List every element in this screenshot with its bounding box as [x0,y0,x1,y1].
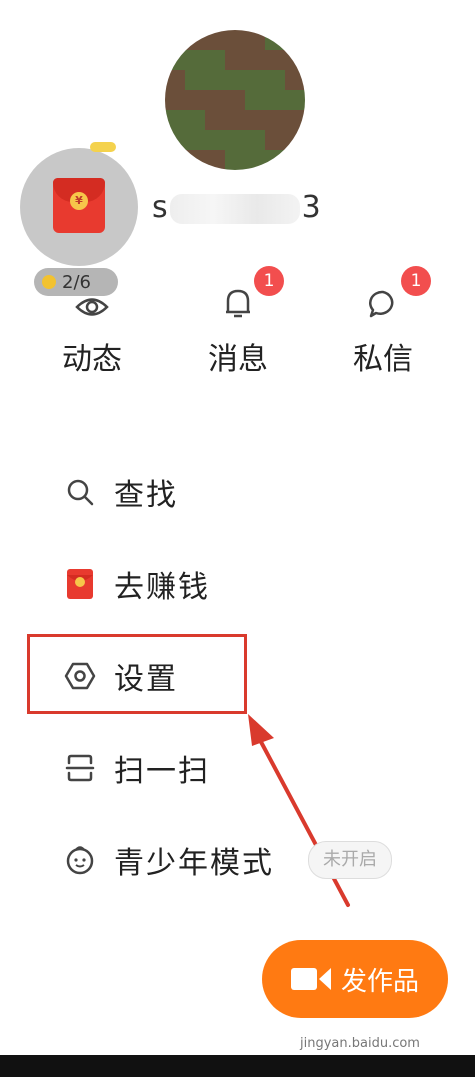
red-packet-widget[interactable]: ¥ [20,142,138,266]
watermark: jingyan.baidu.com [300,1036,420,1051]
avatar-pixel [245,110,265,130]
red-envelope-icon [60,564,100,604]
avatar-pixel [205,110,225,130]
avatar-pixel [245,30,265,50]
avatar-pixel [265,70,285,90]
menu-earn-money[interactable]: 去赚钱 [60,554,210,614]
settings-highlight-box [27,634,247,714]
avatar-pixel [205,90,225,110]
avatar-pixel [245,130,265,150]
avatar-pixel [165,30,185,50]
avatar-pixel [185,110,205,130]
avatar-pixel [225,70,245,90]
menu-search-label: 查找 [114,478,178,513]
publish-button[interactable]: 发作品 [262,940,448,1018]
nav-dynamics[interactable]: 动态 [42,280,142,378]
avatar-pixel [265,90,285,110]
nav-messages[interactable]: 1 消息 [188,266,288,378]
username-prefix: s [152,190,168,225]
scan-icon [60,748,100,788]
avatar-pixel [285,90,305,110]
avatar-pixel [285,110,305,130]
avatar-pixel [165,90,185,110]
username-suffix: 3 [301,190,321,225]
avatar-pixel [245,90,265,110]
avatar-pixel [225,90,245,110]
eye-icon [42,280,142,320]
username[interactable]: s3 [152,190,321,225]
menu-teen-mode-label: 青少年模式 [114,846,274,881]
nav-private-messages[interactable]: 1 私信 [333,266,433,378]
menu-earn-money-label: 去赚钱 [114,570,210,605]
avatar-pixel [165,150,185,170]
avatar-pixel [285,130,305,150]
avatar-pixel [245,70,265,90]
avatar-pixel [265,50,285,70]
username-blur [169,193,300,224]
avatar-pixel [285,70,305,90]
publish-button-label: 发作品 [340,966,419,997]
video-camera-icon [290,968,331,990]
avatar-pixel [245,50,265,70]
avatar-pixel [225,150,245,170]
menu-search[interactable]: 查找 [60,462,178,522]
avatar-pixel [225,130,245,150]
avatar-pixel [165,130,185,150]
avatar-pixel [165,70,185,90]
avatar-pixel [245,150,265,170]
avatar-pixel [185,70,205,90]
avatar-pixel [265,30,285,50]
avatar-pixel [285,30,305,50]
teen-mode-status-badge: 未开启 [308,841,392,879]
packet-tag-decoration [90,142,116,152]
avatar-pixel [205,130,225,150]
avatar-pixel [205,70,225,90]
avatar-pixel [265,150,285,170]
avatar-pixel [165,50,185,70]
avatar-pixel [185,150,205,170]
avatar-pixel [285,150,305,170]
messages-badge: 1 [254,266,284,296]
avatar-pixel [185,50,205,70]
child-face-icon [60,840,100,880]
coin-icon: ¥ [70,192,88,210]
menu-teen-mode[interactable]: 青少年模式 未开启 [60,830,392,890]
menu-scan-label: 扫一扫 [114,754,210,789]
avatar-pixel [185,90,205,110]
bottom-bar [0,1055,475,1077]
nav-private-messages-label: 私信 [353,342,413,377]
avatar-pixel [225,110,245,130]
avatar-pixel [265,130,285,150]
avatar-pixel [225,50,245,70]
avatar-pixel [205,50,225,70]
avatar-pixel [185,30,205,50]
avatar-pixel [165,110,185,130]
menu-scan[interactable]: 扫一扫 [60,738,210,798]
avatar-pixel [205,150,225,170]
avatar-pixel [205,30,225,50]
avatar-pixel [285,50,305,70]
avatar-pixel [225,30,245,50]
avatar-pixel [185,130,205,150]
nav-messages-label: 消息 [208,342,268,377]
private-messages-badge: 1 [401,266,431,296]
nav-dynamics-label: 动态 [62,342,122,377]
profile-avatar[interactable] [165,30,305,170]
search-icon [60,472,100,512]
avatar-pixel [265,110,285,130]
